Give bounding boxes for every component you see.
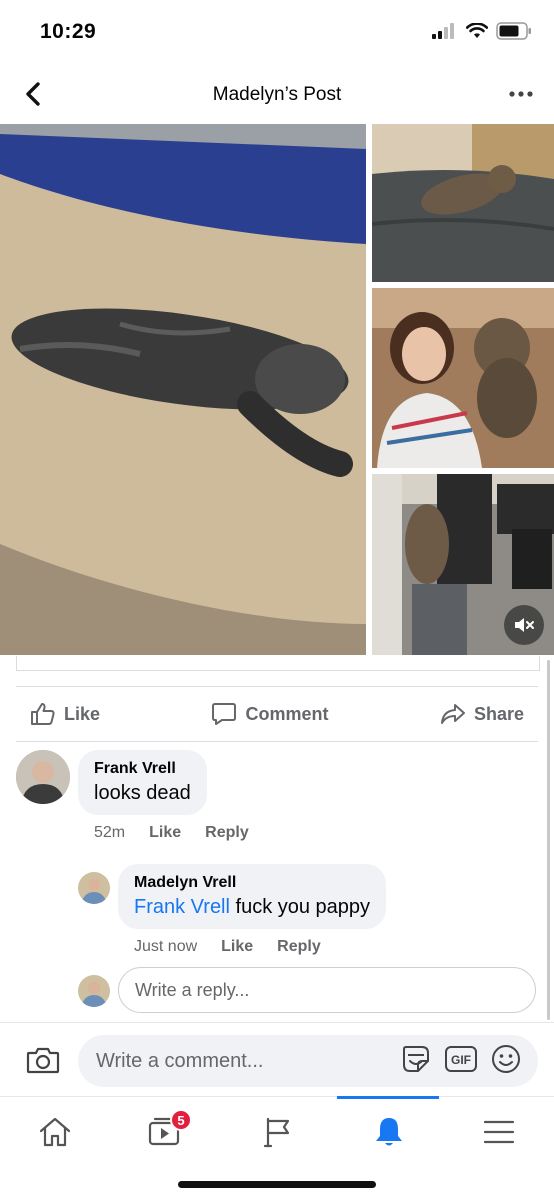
home-indicator — [178, 1181, 376, 1188]
reply-like-link[interactable]: Like — [221, 938, 253, 956]
mute-button[interactable] — [504, 605, 544, 645]
post-header: Madelyn’s Post — [0, 64, 554, 124]
hamburger-menu-icon — [483, 1120, 515, 1144]
like-label: Like — [64, 703, 101, 724]
bell-icon — [376, 1118, 402, 1146]
home-icon — [39, 1117, 71, 1147]
speaker-muted-icon — [515, 618, 534, 632]
photo-girl-holding-cat[interactable] — [372, 288, 554, 468]
reply-bubble: Madelyn Vrell Frank Vrell fuck you pappy — [118, 864, 387, 929]
status-bar: 10:29 — [0, 0, 554, 64]
more-options-button[interactable] — [506, 82, 536, 106]
status-icons — [432, 22, 532, 40]
avatar[interactable] — [16, 750, 70, 804]
comment-like-link[interactable]: Like — [149, 824, 181, 842]
reply-input[interactable]: Write a reply... — [118, 967, 536, 1013]
gif-label: GIF — [451, 1053, 471, 1067]
comment-input[interactable]: Write a comment... GIF — [78, 1035, 538, 1087]
photo-grid — [0, 124, 554, 656]
sticker-icon[interactable] — [400, 1043, 432, 1075]
notification-badge: 5 — [170, 1109, 192, 1131]
comment-time: 52m — [94, 824, 126, 841]
comment-bubble: Frank Vrell looks dead — [78, 750, 207, 815]
tab-home[interactable] — [20, 1107, 90, 1157]
wifi-icon — [466, 23, 488, 38]
more-icon — [509, 91, 533, 97]
photo-cat-sleeping-on-bed[interactable] — [0, 124, 366, 655]
avatar — [78, 975, 110, 1007]
camera-button[interactable] — [24, 1041, 62, 1079]
emoji-icon[interactable] — [490, 1043, 522, 1075]
gif-icon[interactable]: GIF — [444, 1044, 478, 1074]
comment-reply-link[interactable]: Reply — [205, 824, 249, 842]
share-icon — [440, 704, 465, 724]
reply-time: Just now — [134, 938, 198, 955]
reply-body: fuck you pappy — [235, 896, 371, 918]
photo-cat-on-couch[interactable] — [372, 124, 554, 282]
battery-icon — [496, 22, 531, 40]
page-title: Madelyn’s Post — [212, 84, 342, 105]
reply-text: Frank Vrell fuck you pappy — [134, 896, 370, 919]
share-label: Share — [473, 703, 524, 724]
status-time: 10:29 — [40, 20, 97, 43]
flag-icon — [263, 1117, 290, 1148]
tab-pages[interactable] — [242, 1107, 312, 1157]
comment-text: looks dead — [94, 782, 191, 804]
post-actions: Like Comment Share — [16, 686, 538, 742]
avatar[interactable] — [78, 872, 110, 904]
scrollbar[interactable] — [547, 660, 550, 1020]
tab-notifications[interactable] — [354, 1107, 424, 1157]
comment-meta: 52m Like Reply — [94, 824, 249, 842]
camera-icon — [26, 1047, 60, 1074]
like-button[interactable]: Like — [16, 702, 114, 726]
tab-menu[interactable] — [464, 1107, 534, 1157]
reply-author[interactable]: Madelyn Vrell — [134, 874, 370, 892]
comment-placeholder: Write a comment... — [96, 1049, 264, 1072]
tab-watch[interactable]: 5 — [130, 1107, 200, 1157]
thumbs-up-icon — [31, 703, 55, 725]
comment-label: Comment — [245, 703, 329, 724]
reply-reply-link[interactable]: Reply — [277, 938, 321, 956]
comment-composer: Write a comment... GIF — [0, 1022, 554, 1097]
mention-link[interactable]: Frank Vrell — [134, 896, 230, 918]
comment-button[interactable]: Comment — [197, 702, 342, 726]
reply-meta: Just now Like Reply — [134, 938, 321, 956]
comment-icon — [212, 703, 237, 725]
active-tab-indicator — [337, 1096, 439, 1099]
post-card-edge — [16, 656, 540, 671]
signal-icon — [432, 23, 454, 39]
composer-icons: GIF — [400, 1043, 522, 1075]
share-button[interactable]: Share — [426, 703, 538, 725]
comment-author[interactable]: Frank Vrell — [94, 760, 191, 778]
photo-cat-held-up-video[interactable] — [372, 474, 554, 655]
